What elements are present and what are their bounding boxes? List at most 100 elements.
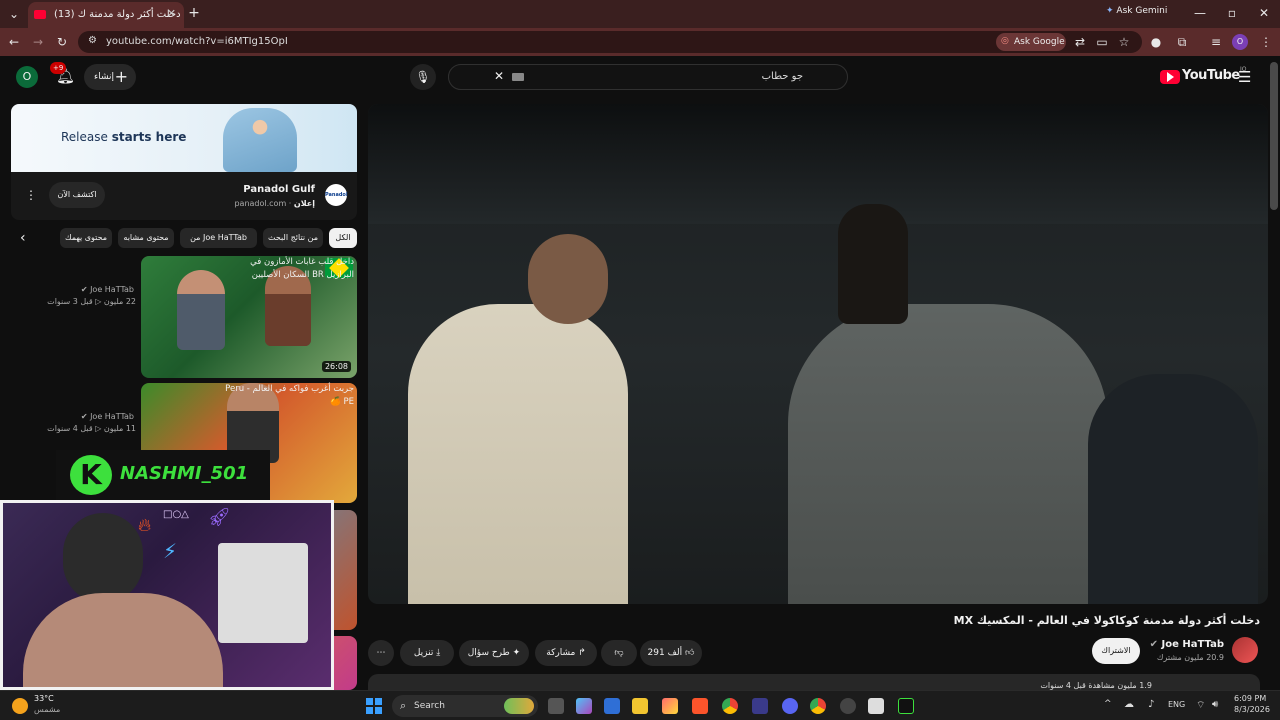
ask-google-button[interactable]: ◎ Ask Google [996, 33, 1066, 51]
guide-menu-icon[interactable]: ☰ [1238, 68, 1251, 86]
clear-search-icon[interactable]: ✕ [494, 69, 504, 83]
upload-age: قبل 4 سنوات [47, 424, 93, 433]
download-label: تنزيل [413, 648, 434, 658]
store-icon[interactable] [604, 698, 620, 714]
chip-from-channel[interactable]: من Joe HaTTab [180, 228, 257, 248]
more-horizontal-icon: ⋯ [376, 648, 386, 658]
windows-start-icon[interactable] [366, 698, 382, 714]
thumbnail-person [177, 270, 225, 350]
extension-icon[interactable]: ● [1146, 32, 1166, 52]
video-title: دخلت أكثر دولة مدمنة كوكاكولا في العالم … [953, 614, 1260, 627]
brave-icon[interactable] [692, 698, 708, 714]
kick-app-icon[interactable] [898, 698, 914, 714]
chip-similar[interactable]: محتوى مشابه [118, 228, 174, 248]
tab-search-icon[interactable]: ⌄ [4, 4, 24, 24]
channel-name[interactable]: ✔ Joe HaTTab [1150, 639, 1224, 650]
back-icon[interactable]: ← [4, 32, 24, 52]
browser-tab-youtube[interactable]: (13) دخلت أكثر دولة مدمنة ك ✕ [28, 2, 184, 28]
related-video-channel[interactable]: Joe HaTTab ✔ [81, 412, 134, 421]
download-button[interactable]: تنزيل ⤓ [400, 640, 454, 666]
ad-banner[interactable]: Release starts here [11, 104, 357, 172]
photos-icon[interactable] [662, 698, 678, 714]
channel-name-text: Joe HaTTab [1161, 639, 1224, 650]
share-button[interactable]: مشاركة ↱ [535, 640, 597, 666]
forward-icon[interactable]: → [28, 32, 48, 52]
account-avatar[interactable]: O [16, 66, 38, 88]
window-close-icon[interactable]: ✕ [1254, 3, 1274, 23]
clock-time[interactable]: 6:09 PM [1234, 694, 1266, 703]
description-box[interactable]: 1.9 مليون مشاهدة قبل 4 سنوات [368, 674, 1260, 690]
play-triangle-icon [1167, 72, 1174, 82]
translate-icon[interactable]: ⇄ [1070, 32, 1090, 52]
new-tab-button[interactable]: + [184, 3, 204, 23]
browser-tab-strip: ⌄ (13) دخلت أكثر دولة مدمنة ك ✕ + ✦ Ask … [0, 0, 1280, 28]
related-video-title[interactable]: جربت أغرب فواكه في العالم - Peru PE 🍊 [224, 383, 354, 409]
chrome-icon[interactable] [722, 698, 738, 714]
related-video-channel[interactable]: Joe HaTTab ✔ [81, 285, 134, 294]
maximize-icon[interactable]: ▫ [1222, 3, 1242, 23]
keyboard-icon[interactable] [512, 73, 524, 81]
bookmark-star-icon[interactable]: ☆ [1114, 32, 1134, 52]
voice-search-button[interactable]: 🎙︎ [410, 64, 436, 90]
site-info-icon[interactable]: ⚙ [88, 35, 97, 46]
create-button[interactable]: إنشاء + [84, 64, 136, 90]
webcam-person-head [63, 513, 143, 603]
chips-scroll-left-icon[interactable]: ‹ [20, 230, 26, 246]
dislike-button[interactable]: 👎︎ [601, 640, 637, 666]
like-button[interactable]: 291 ألف 👍︎ [640, 640, 702, 666]
reload-icon[interactable]: ↻ [52, 32, 72, 52]
related-video-title[interactable]: داخل قلب غابات الأمازون في البرازيل BR ا… [224, 256, 354, 282]
copilot-icon[interactable] [576, 698, 592, 714]
taskbar-search-box[interactable]: ⌕ Search [392, 695, 538, 717]
chip-search-results[interactable]: من نتائج البحث [263, 228, 323, 248]
ad-cta-button[interactable]: اكتشف الآن [49, 182, 105, 208]
tab-close-icon[interactable]: ✕ [167, 7, 176, 20]
channel-avatar[interactable] [1232, 637, 1258, 663]
neon-bolt-icon: ⚡︎ [163, 539, 178, 563]
video-player[interactable] [368, 104, 1268, 604]
network-icon[interactable]: ⌔ [1196, 699, 1205, 712]
address-bar[interactable]: ⚙ youtube.com/watch?v=i6MTIg15OpI [78, 31, 1142, 53]
chrome-profile-icon[interactable] [810, 698, 826, 714]
task-view-icon[interactable] [548, 698, 564, 714]
taskbar-search-label: Search [414, 701, 445, 711]
minimize-icon[interactable]: — [1190, 3, 1210, 23]
ad-more-icon[interactable]: ⋮ [25, 188, 37, 202]
chrome-menu-icon[interactable]: ⋮ [1256, 32, 1276, 52]
subscribe-button[interactable]: الاشتراك [1092, 638, 1140, 664]
tray-overflow-icon[interactable]: ^ [1104, 699, 1112, 709]
weather-sun-icon[interactable] [12, 698, 28, 714]
neon-rocket-icon: 🚀︎ [208, 507, 231, 528]
chip-all[interactable]: الكل [329, 228, 357, 248]
sponsored-label: إعلان [293, 199, 315, 208]
input-language[interactable]: ENG [1168, 700, 1185, 709]
mic-tray-icon[interactable]: ♪ [1148, 699, 1154, 710]
video-person-background [1088, 374, 1258, 604]
ad-model-image [223, 108, 297, 172]
ask-button[interactable]: طرح سؤال ✦ [459, 640, 529, 666]
ask-gemini-button[interactable]: ✦ Ask Gemini [1106, 6, 1167, 16]
vscode-icon[interactable] [752, 698, 768, 714]
notification-count-badge: +9 [50, 62, 67, 74]
channel-name: Joe HaTTab [90, 285, 134, 294]
onedrive-icon[interactable]: ☁ [1124, 699, 1134, 710]
page-scrollbar-thumb[interactable] [1270, 62, 1278, 210]
file-explorer-icon[interactable] [632, 698, 648, 714]
more-actions-button[interactable]: ⋯ [368, 640, 394, 666]
discord-icon[interactable] [782, 698, 798, 714]
app-icon[interactable] [840, 698, 856, 714]
reading-list-icon[interactable]: ≡ [1206, 32, 1226, 52]
kick-logo-icon: K [70, 455, 112, 495]
google-lens-icon: ◎ [1001, 36, 1009, 46]
volume-icon[interactable]: 🔊︎ [1212, 699, 1218, 710]
advertiser-name[interactable]: Panadol Gulf [243, 184, 315, 195]
notepad-icon[interactable] [868, 698, 884, 714]
extensions-puzzle-icon[interactable]: ⧉ [1172, 32, 1192, 52]
search-input[interactable]: جو حطاب [448, 64, 848, 90]
chip-for-you[interactable]: محتوى يهمك [60, 228, 112, 248]
notifications-button[interactable]: 🔔︎ +9 [50, 62, 76, 88]
profile-avatar[interactable]: O [1232, 34, 1248, 50]
thumbs-down-icon: 👎︎ [614, 648, 624, 658]
cast-icon[interactable]: ▭ [1092, 32, 1112, 52]
clock-date[interactable]: 8/3/2026 [1234, 705, 1270, 714]
